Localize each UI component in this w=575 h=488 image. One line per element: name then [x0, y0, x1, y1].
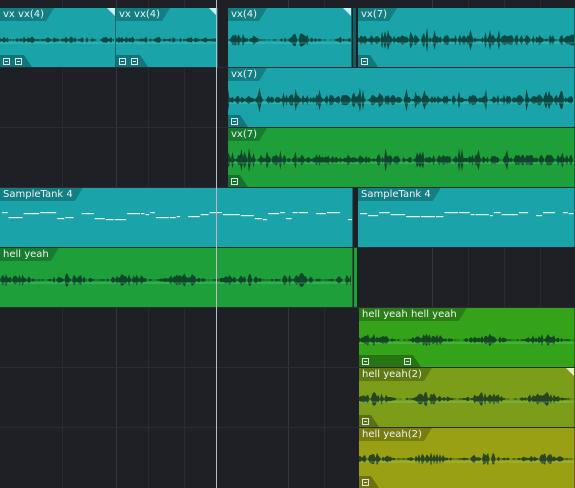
fx-icon [231, 118, 238, 125]
midi-clip[interactable]: SampleTank 4 [0, 188, 353, 247]
fx-icon [3, 58, 10, 65]
midi-notes [2, 212, 352, 221]
fx-icon [404, 358, 411, 365]
audio-clip[interactable]: vx vx(4) [0, 8, 116, 67]
clip-fx-tab[interactable] [359, 415, 379, 427]
waveform [228, 33, 351, 47]
waveform [359, 333, 574, 347]
waveform [359, 391, 574, 407]
clip-name: hell yeah hell yeah [359, 308, 467, 321]
fx-icon [15, 58, 22, 65]
clip-name: vx vx(4) [0, 8, 54, 21]
audio-clip[interactable]: vx vx(4) [116, 8, 218, 67]
fx-icon [131, 58, 138, 65]
midi-clip[interactable]: SampleTank 4 [358, 188, 575, 247]
midi-notes [360, 212, 574, 218]
playhead[interactable] [216, 0, 217, 488]
clip-corner-marker [566, 368, 574, 376]
audio-clip[interactable]: vx(4) [228, 8, 352, 67]
clip-fx-tab[interactable] [359, 476, 379, 488]
waveform [116, 36, 217, 44]
audio-clip[interactable]: hell yeah hell yeah [359, 308, 575, 367]
fx-icon [362, 418, 369, 425]
clip-name: SampleTank 4 [358, 188, 441, 201]
clip-end-marker[interactable] [353, 8, 356, 67]
waveform [228, 148, 574, 172]
arrangement-view[interactable]: vx vx(4) vx vx(4) vx(4) vx(7) vx(7) vx(7… [0, 0, 575, 488]
clip-name: vx(7) [228, 68, 267, 81]
clip-fx-tab[interactable] [228, 115, 248, 127]
audio-clip[interactable]: vx(7) [228, 128, 575, 187]
waveform [358, 27, 574, 53]
clip-fx-tab[interactable] [0, 55, 32, 67]
fx-icon [119, 58, 126, 65]
audio-clip[interactable]: hell yeah [0, 248, 353, 307]
clip-name: vx(7) [228, 128, 267, 141]
waveform [228, 87, 574, 113]
clip-name: hell yeah(2) [359, 368, 432, 381]
clip-corner-marker [343, 8, 351, 16]
clip-name: vx vx(4) [116, 8, 170, 21]
clip-name: hell yeah [0, 248, 59, 261]
audio-clip[interactable]: hell yeah(2) [359, 368, 575, 427]
waveform [0, 272, 352, 288]
clip-fx-tab[interactable] [358, 55, 378, 67]
audio-clip[interactable]: hell yeah(2) [359, 428, 575, 488]
fx-icon [361, 58, 368, 65]
clip-name: hell yeah(2) [359, 428, 432, 441]
clip-name: vx(7) [358, 8, 397, 21]
clip-name: vx(4) [228, 8, 267, 21]
clip-corner-marker [107, 8, 115, 16]
fx-icon [362, 358, 369, 365]
clip-fx-tab[interactable] [359, 355, 421, 367]
audio-clip[interactable]: vx(7) [228, 68, 575, 127]
clip-fx-tab[interactable] [116, 55, 148, 67]
fx-icon [362, 479, 369, 486]
waveform [359, 452, 574, 466]
audio-clip[interactable]: vx(7) [358, 8, 575, 67]
clip-name: SampleTank 4 [0, 188, 83, 201]
clip-fx-tab[interactable] [228, 175, 248, 187]
waveform [0, 36, 115, 44]
clip-end-marker[interactable] [354, 248, 357, 307]
fx-icon [231, 178, 238, 185]
